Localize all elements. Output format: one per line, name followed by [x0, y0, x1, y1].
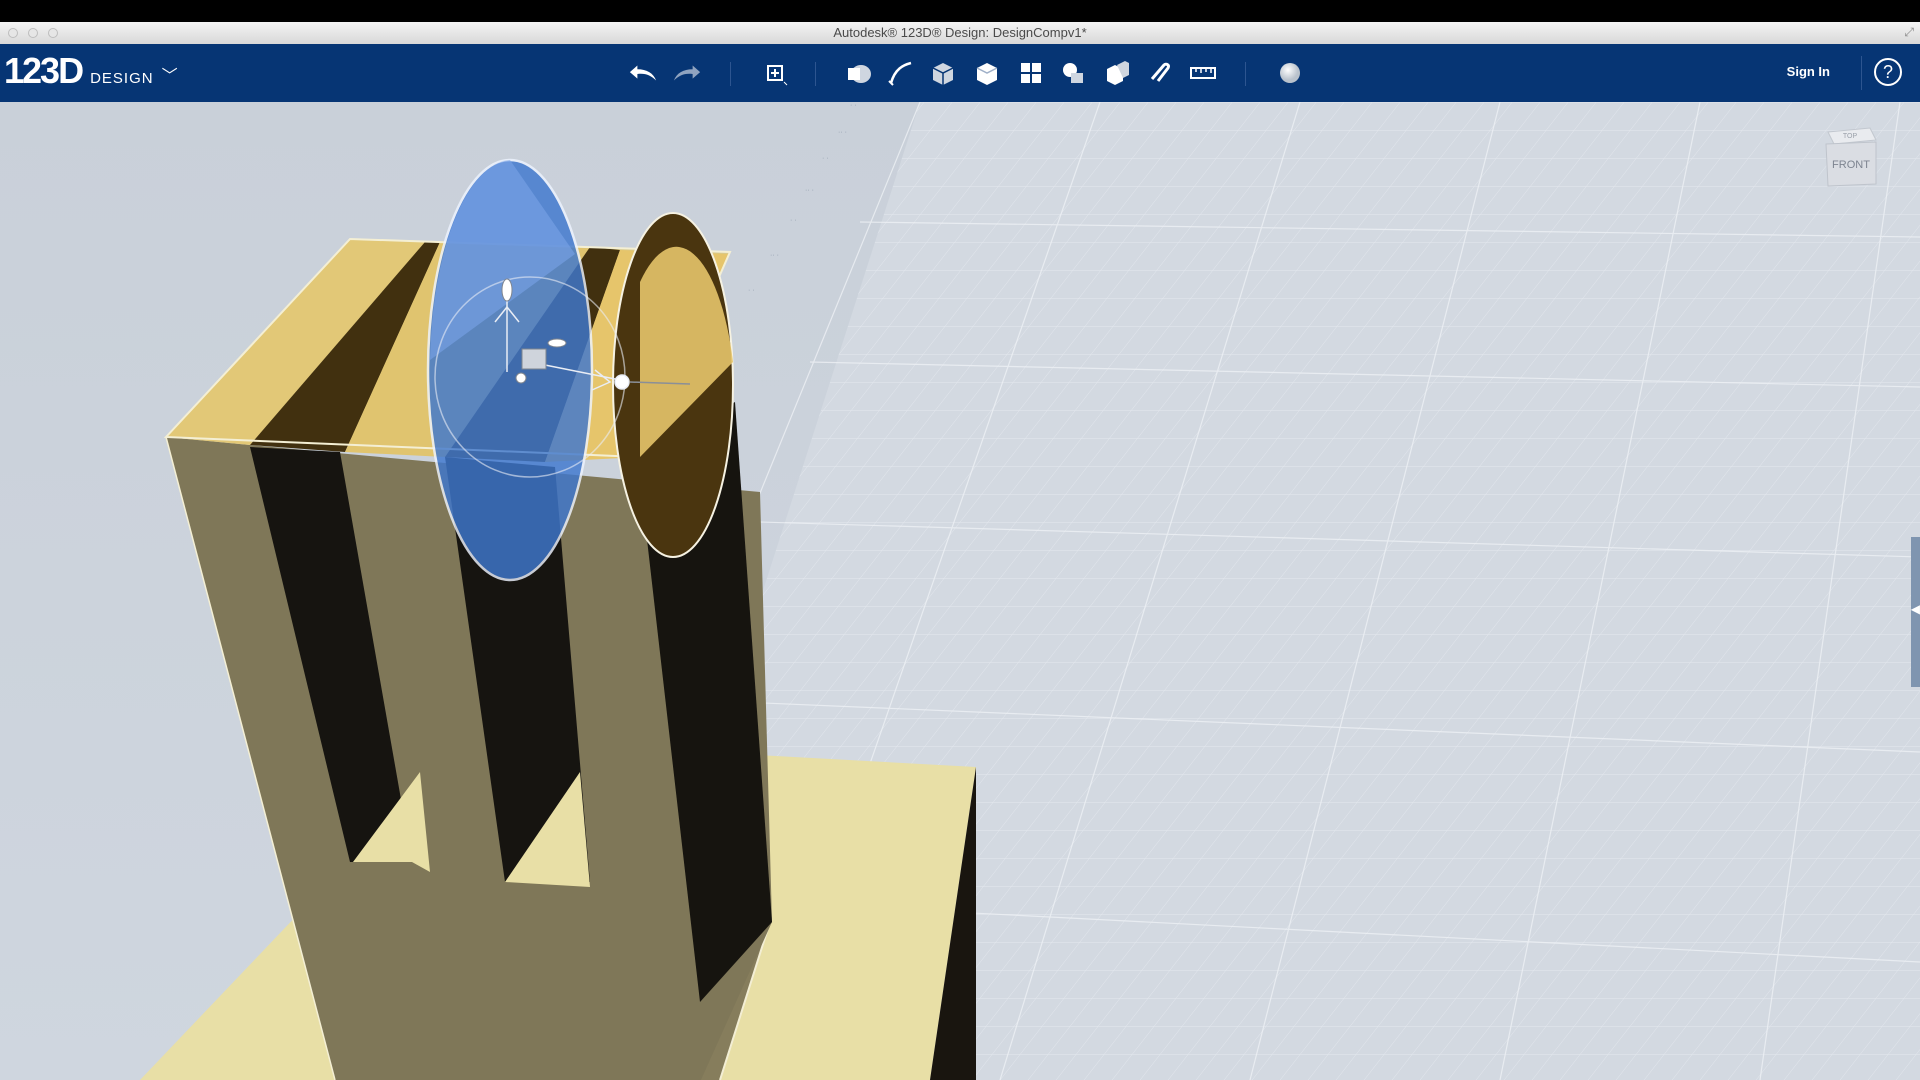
combine-icon[interactable]: [1102, 58, 1132, 88]
logo-text: DESIGN: [90, 70, 154, 87]
chevron-down-icon: ﹀: [161, 68, 178, 85]
svg-text:·· ·: ·· ·: [805, 187, 814, 194]
screen-top-bar: [0, 0, 1920, 22]
toolbar-separator: [1861, 56, 1862, 90]
3d-viewport[interactable]: · · ·· · · · ·· · · · ·· · · · TOP FRONT…: [0, 102, 1920, 1080]
viewcube-top-label: TOP: [1843, 133, 1858, 140]
construct-icon[interactable]: [928, 58, 958, 88]
svg-text:· ·: · ·: [850, 102, 857, 109]
material-icon[interactable]: [1275, 58, 1305, 88]
chevron-left-icon[interactable]: ◀: [1911, 602, 1920, 616]
svg-text:·· ·: ·· ·: [838, 129, 847, 136]
logo-number: 123D: [4, 50, 84, 91]
fullscreen-icon[interactable]: ⤢: [1904, 25, 1914, 40]
scene-canvas[interactable]: · · ·· · · · ·· · · · ·· · · ·: [0, 102, 1920, 1080]
app-toolbar: 123D DESIGN ﹀ Sign In ?: [0, 44, 1920, 102]
svg-text:·· ·: ·· ·: [770, 252, 779, 259]
window-titlebar: Autodesk® 123D® Design: DesignCompv1* ⤢: [0, 22, 1920, 45]
primitives-icon[interactable]: [844, 58, 874, 88]
measure-icon[interactable]: [1188, 58, 1218, 88]
view-cube[interactable]: TOP FRONT: [1820, 124, 1880, 194]
viewcube-front-label: FRONT: [1832, 159, 1870, 171]
transform-icon[interactable]: [760, 58, 790, 88]
toolbar-separator: [730, 62, 731, 86]
sign-in-link[interactable]: Sign In: [1787, 64, 1830, 79]
pattern-icon[interactable]: [1016, 58, 1046, 88]
gizmo-center-handle[interactable]: [521, 348, 547, 370]
grouping-icon[interactable]: [1058, 58, 1088, 88]
modify-icon[interactable]: [972, 58, 1002, 88]
snap-icon[interactable]: [1145, 58, 1175, 88]
redo-icon[interactable]: [672, 58, 702, 88]
help-icon[interactable]: ?: [1874, 58, 1902, 86]
svg-text:· ·: · ·: [790, 217, 797, 224]
sketch-icon[interactable]: [886, 58, 916, 88]
svg-text:· ·: · ·: [822, 155, 829, 162]
toolbar-separator: [1245, 62, 1246, 86]
svg-text:· ·: · ·: [748, 287, 755, 294]
app-menu-button[interactable]: 123D DESIGN ﹀: [4, 50, 178, 92]
toolbar-separator: [815, 62, 816, 86]
undo-icon[interactable]: [628, 58, 658, 88]
window-title: Autodesk® 123D® Design: DesignCompv1*: [833, 25, 1087, 40]
